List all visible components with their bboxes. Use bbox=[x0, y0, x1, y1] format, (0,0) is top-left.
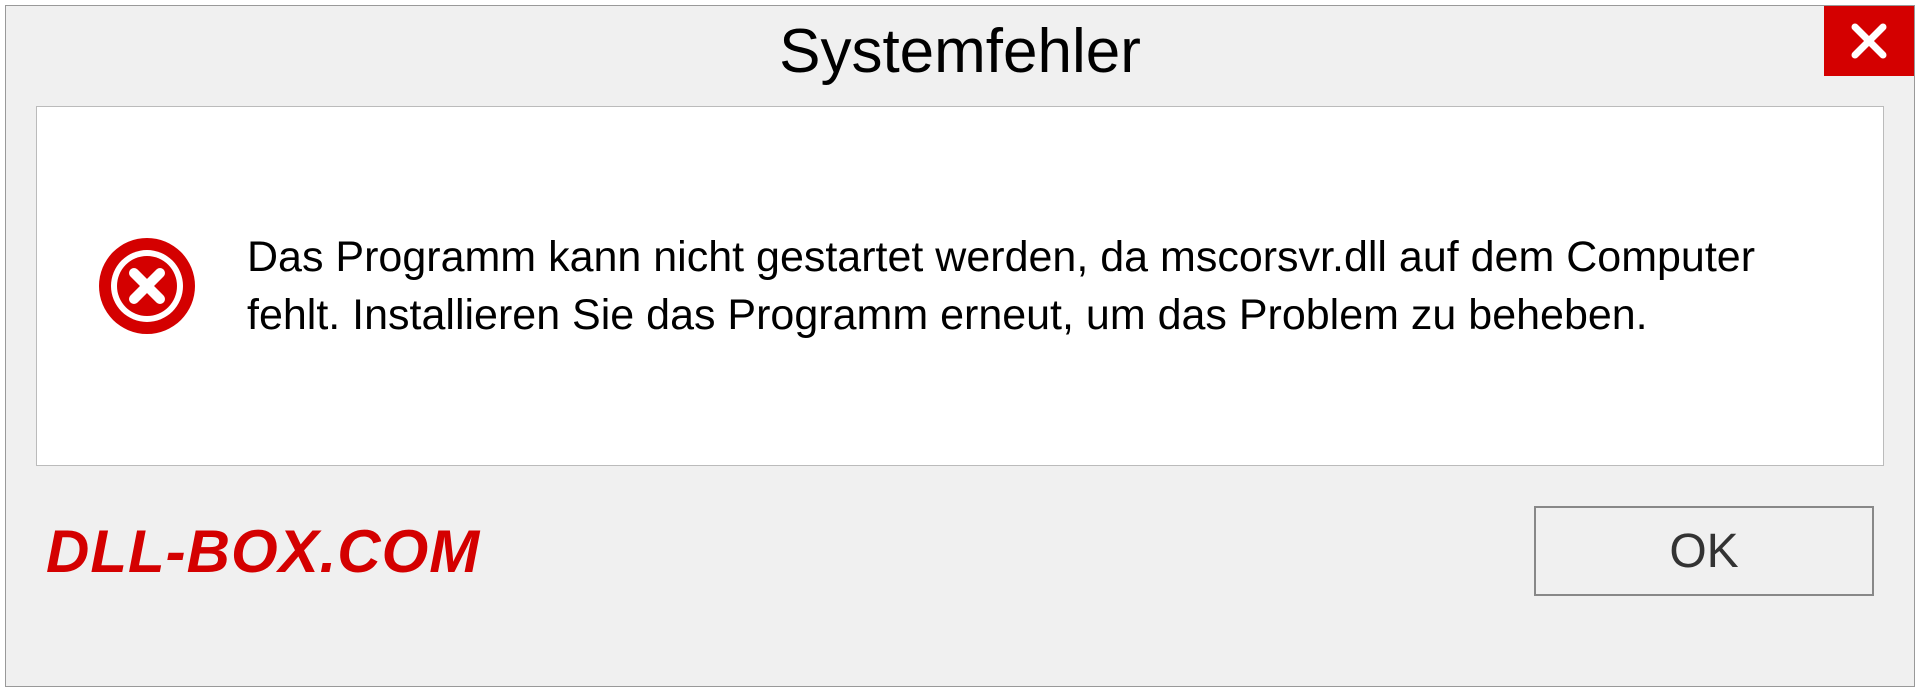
content-panel: Das Programm kann nicht gestartet werden… bbox=[36, 106, 1884, 466]
titlebar: Systemfehler bbox=[6, 6, 1914, 106]
watermark-text: DLL-BOX.COM bbox=[46, 517, 480, 586]
error-icon bbox=[97, 236, 197, 336]
error-message: Das Programm kann nicht gestartet werden… bbox=[247, 228, 1823, 344]
dialog-title: Systemfehler bbox=[779, 16, 1141, 87]
dialog-footer: DLL-BOX.COM OK bbox=[6, 466, 1914, 626]
close-icon bbox=[1849, 21, 1889, 61]
close-button[interactable] bbox=[1824, 6, 1914, 76]
ok-button[interactable]: OK bbox=[1534, 506, 1874, 596]
error-dialog: Systemfehler Das Programm kann nicht ges… bbox=[5, 5, 1915, 687]
